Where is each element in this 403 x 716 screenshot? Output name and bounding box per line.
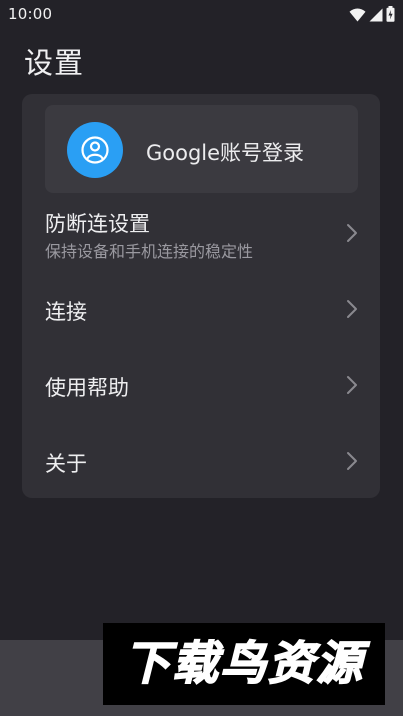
menu-item-label: 连接: [45, 300, 87, 324]
menu-item-subtitle: 保持设备和手机连接的稳定性: [45, 242, 254, 261]
status-bar: 10:00: [0, 0, 403, 28]
menu-item-label: 防断连设置: [45, 212, 150, 236]
status-icons: [349, 6, 395, 26]
signal-icon: [369, 7, 383, 26]
chevron-right-icon: [347, 224, 357, 242]
user-icon: [81, 136, 109, 164]
chevron-right-icon: [347, 376, 357, 394]
menu-item-anti-disconnect[interactable]: 防断连设置 保持设备和手机连接的稳定性: [22, 194, 380, 270]
wifi-icon: [349, 7, 366, 26]
page-title: 设置: [24, 46, 85, 80]
svg-text:下载鸟资源: 下载鸟资源: [124, 636, 370, 690]
settings-card: Google账号登录 防断连设置 保持设备和手机连接的稳定性 连接 使用帮助 关…: [22, 94, 380, 498]
chevron-right-icon: [347, 300, 357, 318]
google-login-button[interactable]: Google账号登录: [45, 105, 358, 193]
menu-item-connection[interactable]: 连接: [22, 270, 380, 346]
menu-item-about[interactable]: 关于: [22, 422, 380, 498]
battery-icon: [386, 6, 395, 26]
watermark-logo-image: 下载鸟资源: [123, 635, 370, 691]
google-login-label: Google账号登录: [146, 141, 305, 165]
menu-item-label: 关于: [45, 452, 87, 476]
avatar: [67, 122, 123, 178]
menu-item-help[interactable]: 使用帮助: [22, 346, 380, 422]
watermark-logo: 下载鸟资源: [103, 623, 385, 705]
chevron-right-icon: [347, 452, 357, 470]
status-time: 10:00: [8, 5, 53, 23]
menu-item-label: 使用帮助: [45, 376, 129, 400]
